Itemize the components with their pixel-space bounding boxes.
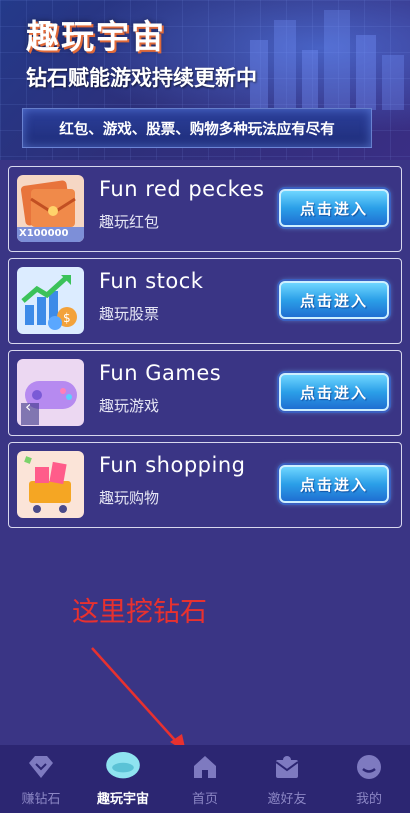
card-subtitle: 趣玩股票 <box>99 305 160 323</box>
tab-earn-diamonds[interactable]: 赚钻石 <box>0 745 82 813</box>
banner-subtitle: 钻石赋能游戏持续更新中 <box>26 66 257 90</box>
tab-home[interactable]: 首页 <box>164 745 246 813</box>
skyline-decoration <box>250 10 404 110</box>
diamond-icon <box>29 756 53 778</box>
card-fun-shopping[interactable]: Fun shopping 趣玩购物 点击进入 <box>8 442 402 528</box>
tab-label: 邀好友 <box>267 792 307 807</box>
thumb-amount-label: X100000 <box>19 228 69 239</box>
red-packet-thumbnail: X100000 <box>17 175 84 242</box>
enter-button[interactable]: 点击进入 <box>279 373 389 411</box>
card-subtitle: 趣玩购物 <box>99 489 160 507</box>
tab-profile[interactable]: 我的 <box>328 745 410 813</box>
card-title: Fun red peckes <box>99 177 265 201</box>
tab-fun-universe[interactable]: 趣玩宇宙 <box>82 745 164 813</box>
enter-button[interactable]: 点击进入 <box>279 189 389 227</box>
tab-invite-friends[interactable]: 邀好友 <box>246 745 328 813</box>
invite-icon <box>275 756 299 778</box>
banner-title: 趣玩宇宙 <box>26 17 166 56</box>
banner-ribbon: 红包、游戏、股票、购物多种玩法应有尽有 <box>22 108 372 148</box>
games-thumbnail: ‹ <box>17 359 84 426</box>
tab-label: 趣玩宇宙 <box>96 792 149 807</box>
card-title: Fun shopping <box>99 453 246 477</box>
profile-icon <box>357 755 381 779</box>
svg-text:$: $ <box>63 311 71 325</box>
card-fun-red-packets[interactable]: X100000 Fun red peckes 趣玩红包 点击进入 <box>8 166 402 252</box>
card-title: Fun Games <box>99 361 222 385</box>
home-icon <box>194 756 216 778</box>
tab-label: 我的 <box>355 792 382 807</box>
bottom-tab-bar: 赚钻石 趣玩宇宙 首页 邀好友 我的 <box>0 745 410 813</box>
card-fun-games[interactable]: ‹ Fun Games 趣玩游戏 点击进入 <box>8 350 402 436</box>
card-subtitle: 趣玩红包 <box>99 213 160 231</box>
card-title: Fun stock <box>99 269 204 293</box>
chevron-left-icon[interactable]: ‹ <box>25 397 31 416</box>
stock-thumbnail: $ <box>17 267 84 334</box>
annotation-text: 这里挖钻石 <box>72 597 207 628</box>
header-banner: 趣玩宇宙 钻石赋能游戏持续更新中 红包、游戏、股票、购物多种玩法应有尽有 <box>0 0 410 160</box>
planet-icon <box>106 752 140 779</box>
card-subtitle: 趣玩游戏 <box>99 397 160 415</box>
tab-label: 首页 <box>191 792 218 807</box>
tab-label: 赚钻石 <box>21 792 61 807</box>
enter-button[interactable]: 点击进入 <box>279 281 389 319</box>
enter-button[interactable]: 点击进入 <box>279 465 389 503</box>
shopping-thumbnail <box>17 451 84 518</box>
card-fun-stock[interactable]: $ Fun stock 趣玩股票 点击进入 <box>8 258 402 344</box>
